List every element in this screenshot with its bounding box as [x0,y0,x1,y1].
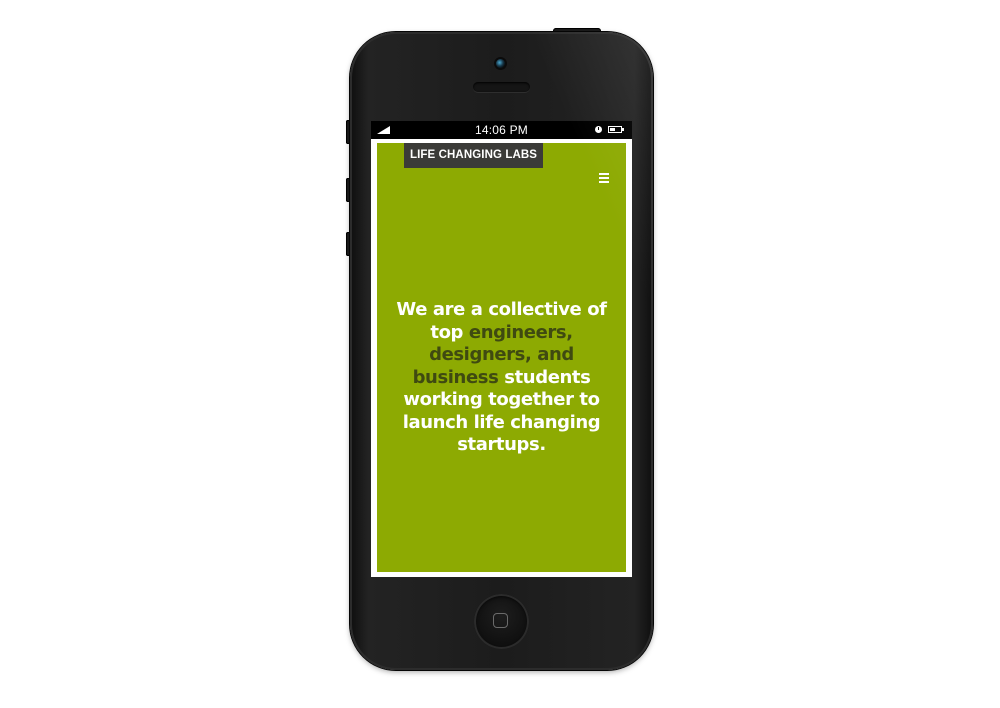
hero-highlight-business: business [412,366,499,388]
hero-highlight-engineers: engineers, [468,321,573,343]
battery-icon [608,126,624,133]
status-bar: 14:06 PM [371,121,632,139]
hero-line-4: business students [377,367,626,390]
status-time: 14:06 PM [475,123,528,137]
home-square-glyph [493,613,508,628]
front-camera-icon [496,59,505,68]
hero-line-7: startups. [457,434,546,455]
phone-screen: 14:06 PM LIFE CHANGING LABS We are a col… [371,121,632,577]
hero-word-top: top [430,321,469,343]
hero-highlight-designers: designers, and [429,344,574,365]
home-button-icon[interactable] [474,594,529,649]
earpiece-speaker-icon [473,82,530,92]
hero-line-2: top engineers, [377,322,626,345]
hamburger-menu-icon[interactable] [599,173,609,183]
hero-line-5: working together to [403,389,600,410]
hero-headline: We are a collective of top engineers, de… [377,299,626,457]
phone-device: 14:06 PM LIFE CHANGING LABS We are a col… [350,32,653,670]
hero-word-students: students [498,366,591,388]
website-viewport: LIFE CHANGING LABS We are a collective o… [371,139,632,577]
hero-line-6: launch life changing [402,411,601,433]
hero-line-1: We are a collective of [396,299,607,320]
hero-panel: LIFE CHANGING LABS We are a collective o… [377,143,626,572]
site-logo[interactable]: LIFE CHANGING LABS [404,143,544,168]
alarm-clock-icon [595,126,602,133]
